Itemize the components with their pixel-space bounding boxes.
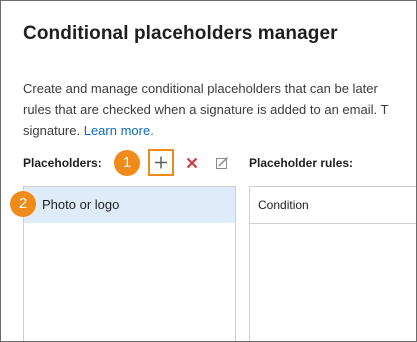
dialog-title: Conditional placeholders manager bbox=[23, 23, 338, 44]
plus-icon bbox=[155, 156, 167, 169]
placeholders-label: Placeholders: bbox=[23, 156, 102, 170]
add-placeholder-button[interactable] bbox=[148, 149, 174, 176]
x-icon bbox=[186, 157, 198, 169]
description-line: Create and manage conditional placeholde… bbox=[23, 81, 378, 96]
callout-badge-1: 1 bbox=[114, 150, 140, 176]
placeholder-rules-label: Placeholder rules: bbox=[249, 156, 354, 170]
delete-placeholder-button[interactable] bbox=[185, 156, 199, 170]
learn-more-link[interactable]: Learn more. bbox=[84, 123, 154, 138]
description-text: signature. bbox=[23, 123, 81, 138]
placeholders-list: Photo or logo bbox=[23, 186, 236, 341]
placeholder-rules-table: Condition bbox=[249, 186, 416, 341]
column-header-condition[interactable]: Condition bbox=[250, 187, 416, 224]
description-line: signature. Learn more. bbox=[23, 120, 416, 141]
list-item-photo-or-logo[interactable]: Photo or logo bbox=[24, 187, 235, 223]
dialog-frame: Conditional placeholders manager Create … bbox=[0, 0, 417, 342]
description-line: rules that are checked when a signature … bbox=[23, 102, 389, 117]
edit-icon bbox=[216, 157, 228, 169]
dialog-description: Create and manage conditional placeholde… bbox=[23, 78, 416, 141]
edit-placeholder-button[interactable] bbox=[215, 156, 229, 170]
callout-badge-2: 2 bbox=[10, 191, 36, 217]
